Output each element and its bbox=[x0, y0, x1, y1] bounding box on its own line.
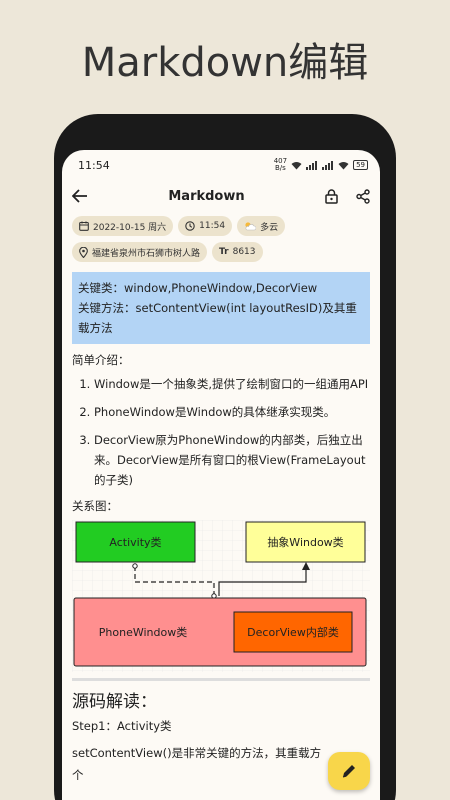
window-label: 抽象Window类 bbox=[267, 536, 344, 549]
body-text: setContentView()是非常关键的方法，其重载方 个 bbox=[72, 742, 370, 786]
list-item: DecorView原为PhoneWindow的内部类，后独立出来。DecorVi… bbox=[94, 430, 370, 490]
phone-screen: 11:54 407B/s 59 Markdown 2022-10-15 周六 bbox=[62, 150, 380, 800]
date-text: 2022-10-15 周六 bbox=[93, 222, 167, 233]
markdown-content[interactable]: 关键类：window,PhoneWindow,DecorView 关键方法：se… bbox=[62, 268, 380, 786]
cloud-sun-icon bbox=[245, 222, 257, 231]
intro-list: Window是一个抽象类,提供了绘制窗口的一组通用API PhoneWindow… bbox=[72, 374, 370, 490]
phonewindow-label: PhoneWindow类 bbox=[98, 626, 188, 639]
list-item: PhoneWindow是Window的具体继承实现类。 bbox=[94, 402, 370, 422]
intro-label: 简单介绍： bbox=[72, 353, 130, 367]
signal-icon bbox=[306, 160, 318, 170]
calendar-icon bbox=[79, 221, 89, 231]
time-chip[interactable]: 11:54 bbox=[178, 216, 233, 236]
highlight-block: 关键类：window,PhoneWindow,DecorView 关键方法：se… bbox=[72, 272, 370, 344]
list-item: Window是一个抽象类,提供了绘制窗口的一组通用API bbox=[94, 374, 370, 394]
section-divider bbox=[72, 678, 370, 681]
battery-icon: 59 bbox=[353, 160, 368, 170]
status-time: 11:54 bbox=[78, 158, 110, 172]
page-title: Markdown bbox=[168, 188, 245, 204]
body-line: 个 bbox=[72, 768, 84, 782]
location-text: 福建省泉州市石狮市树人路 bbox=[92, 248, 201, 259]
step-heading: Step1：Activity类 bbox=[72, 719, 172, 733]
back-arrow-icon[interactable] bbox=[72, 189, 88, 203]
location-pin-icon bbox=[79, 246, 88, 258]
promo-title: Markdown编辑 bbox=[81, 40, 369, 86]
relation-label: 关系图： bbox=[72, 499, 118, 513]
date-chip[interactable]: 2022-10-15 周六 bbox=[72, 216, 174, 236]
key-classes-line: 关键类：window,PhoneWindow,DecorView bbox=[78, 281, 318, 295]
status-icons: 407 B/s 59 bbox=[274, 158, 368, 172]
activity-label: Activity类 bbox=[109, 536, 162, 549]
word-count-text: 8613 bbox=[232, 247, 256, 257]
metadata-chips: 2022-10-15 周六 11:54 多云 福建省泉州市石狮市树人路 Tr 8… bbox=[62, 212, 380, 262]
body-line: setContentView()是非常关键的方法，其重载方 bbox=[72, 746, 322, 760]
decorview-label: DecorView内部类 bbox=[247, 626, 339, 639]
edit-button[interactable] bbox=[328, 752, 370, 790]
location-chip[interactable]: 福建省泉州市石狮市树人路 bbox=[72, 242, 208, 262]
signal-icon-2 bbox=[322, 160, 334, 170]
network-speed: 407 B/s bbox=[273, 157, 288, 172]
status-bar: 11:54 407 B/s 59 bbox=[62, 150, 380, 180]
word-count-chip[interactable]: Tr 8613 bbox=[212, 242, 263, 262]
app-bar: Markdown bbox=[62, 180, 380, 212]
section-heading: 源码解读： bbox=[72, 692, 157, 712]
time-text: 11:54 bbox=[199, 221, 226, 231]
key-methods-line: 关键方法：setContentView(int layoutResID)及其重载… bbox=[78, 301, 357, 335]
text-size-icon: Tr bbox=[219, 247, 229, 257]
relation-diagram: Activity类 抽象Window类 PhoneWindow类 DecorVi… bbox=[72, 520, 370, 672]
pencil-icon bbox=[342, 765, 355, 778]
weather-text: 多云 bbox=[260, 222, 279, 233]
lock-icon[interactable] bbox=[325, 188, 338, 204]
share-icon[interactable] bbox=[356, 188, 370, 204]
clock-icon bbox=[185, 221, 195, 231]
wifi-icon bbox=[291, 161, 302, 169]
wifi-icon-2 bbox=[338, 161, 349, 169]
weather-chip[interactable]: 多云 bbox=[237, 216, 286, 236]
